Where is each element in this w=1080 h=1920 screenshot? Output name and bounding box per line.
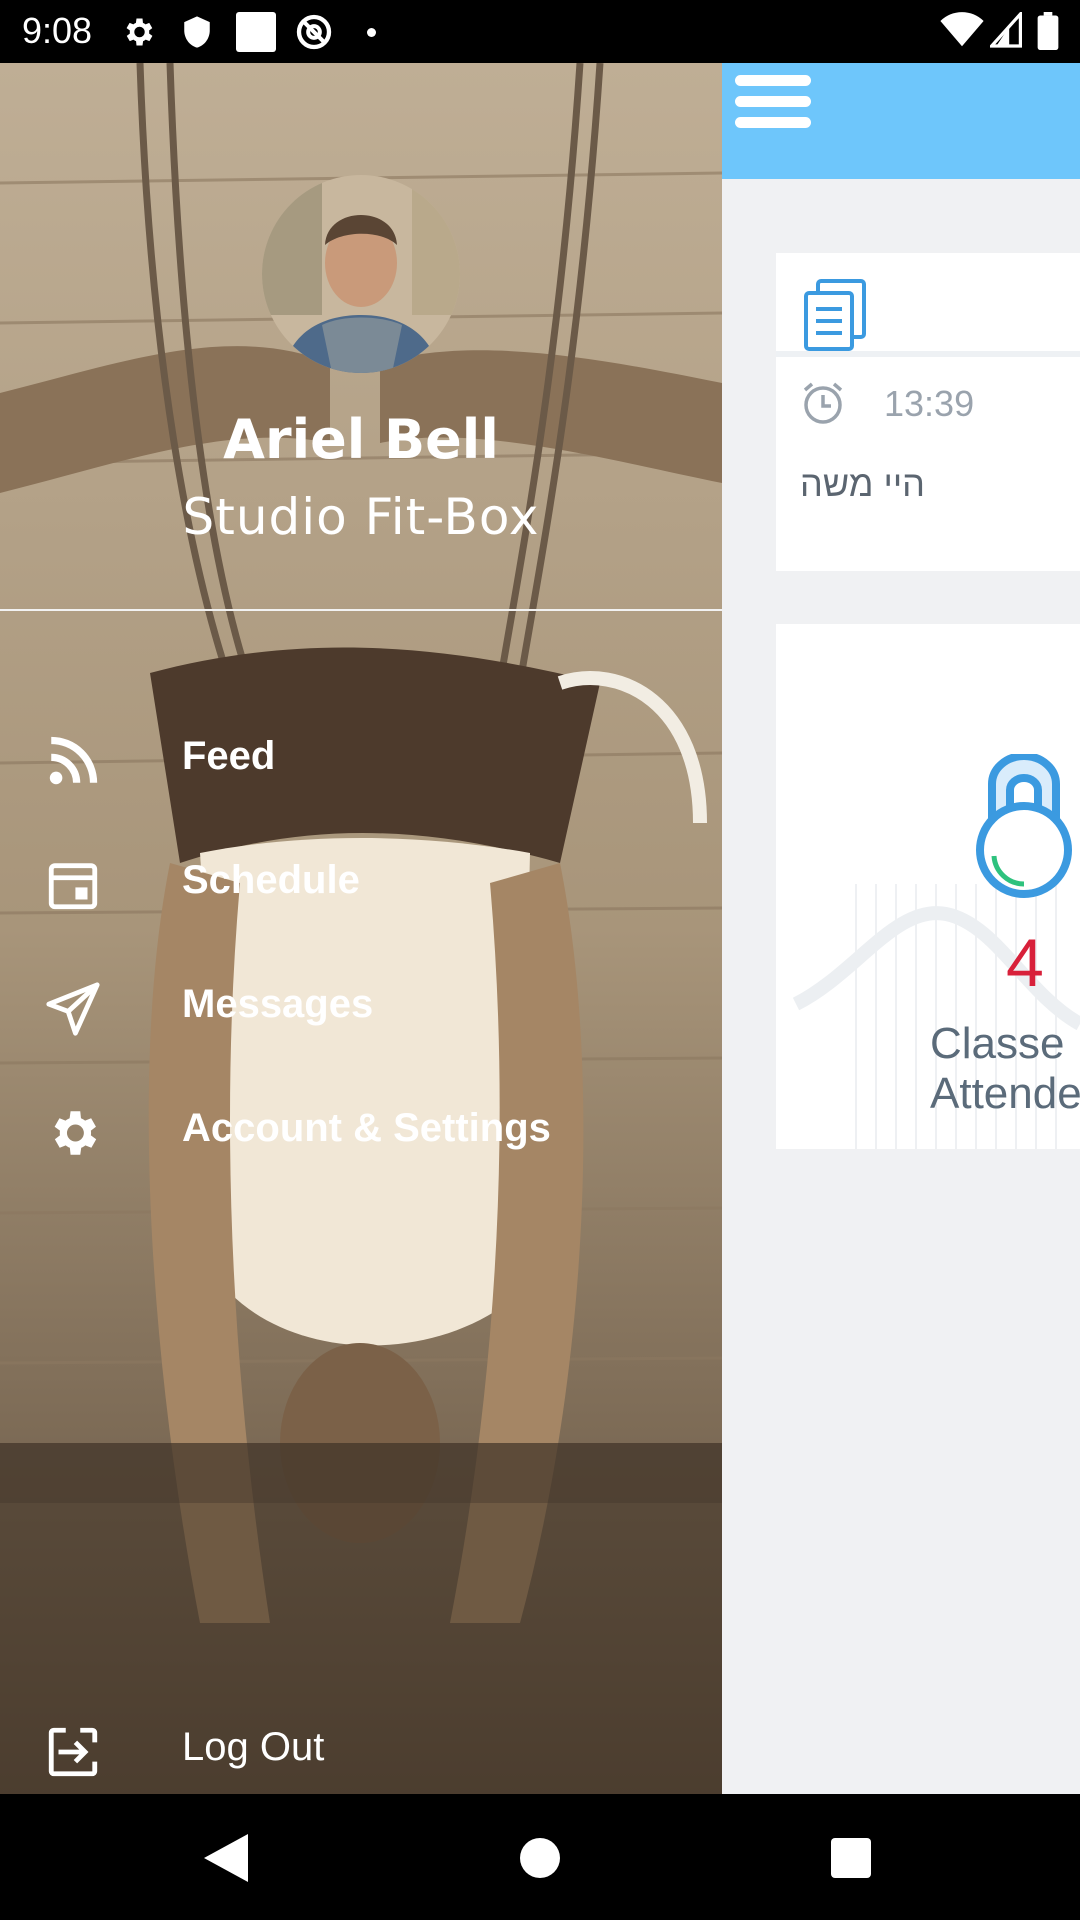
message-card-header [776,253,1080,357]
logout-label: Log Out [182,1725,325,1769]
status-time: 9:08 [22,10,93,51]
classes-count: 4 [1006,925,1044,1001]
signal-icon [990,12,1022,48]
document-icon [804,279,866,351]
recents-icon[interactable] [831,1838,871,1878]
shield-icon [184,16,210,48]
classes-label-line2: Attende [930,1069,1080,1118]
studio-name: Studio Fit-Box [182,488,540,546]
menu-item-feed[interactable]: Feed [0,706,722,816]
menu-item-label: Messages [182,982,374,1026]
calendar-icon [48,863,98,910]
hamburger-icon[interactable] [735,75,811,139]
system-nav-bar [0,1794,1080,1920]
menu-item-messages[interactable]: Messages [0,954,722,1064]
clock-icon [803,382,843,424]
divider [0,609,722,611]
kettlebell-icon [976,754,1072,898]
square-icon [236,12,276,52]
battery-icon [1037,12,1059,50]
send-icon [46,982,100,1036]
logout-icon [48,1727,98,1777]
gear-icon [54,1111,97,1155]
menu-item-settings[interactable]: Account & Settings [0,1078,722,1188]
classes-label: Classe Attende [930,1019,1080,1119]
gear-icon [126,18,153,46]
wifi-icon [940,12,984,47]
navigation-drawer: Ariel Bell Studio Fit-Box Feed Schedule … [0,63,722,1794]
dot-icon [367,28,376,37]
classes-label-line1: Classe [930,1019,1065,1068]
home-icon[interactable] [520,1838,560,1878]
user-name: Ariel Bell [223,408,499,471]
at-icon [296,14,332,50]
avatar[interactable] [262,175,460,373]
status-bar: 9:08 [0,0,1080,63]
menu-item-label: Schedule [182,858,360,902]
menu-item-schedule[interactable]: Schedule [0,830,722,940]
message-text: היי משה [800,463,925,504]
profile-header: Ariel Bell Studio Fit-Box [0,63,722,610]
message-card[interactable]: 13:39 היי משה [776,253,1080,571]
stats-card[interactable]: 4 Classe Attende [776,624,1080,1149]
menu-item-label: Feed [182,734,276,778]
back-icon[interactable] [204,1834,248,1882]
rss-icon [49,736,98,785]
message-time: 13:39 [884,383,975,424]
menu-item-label: Account & Settings [182,1106,551,1150]
logout-button[interactable]: Log Out [0,1697,722,1794]
